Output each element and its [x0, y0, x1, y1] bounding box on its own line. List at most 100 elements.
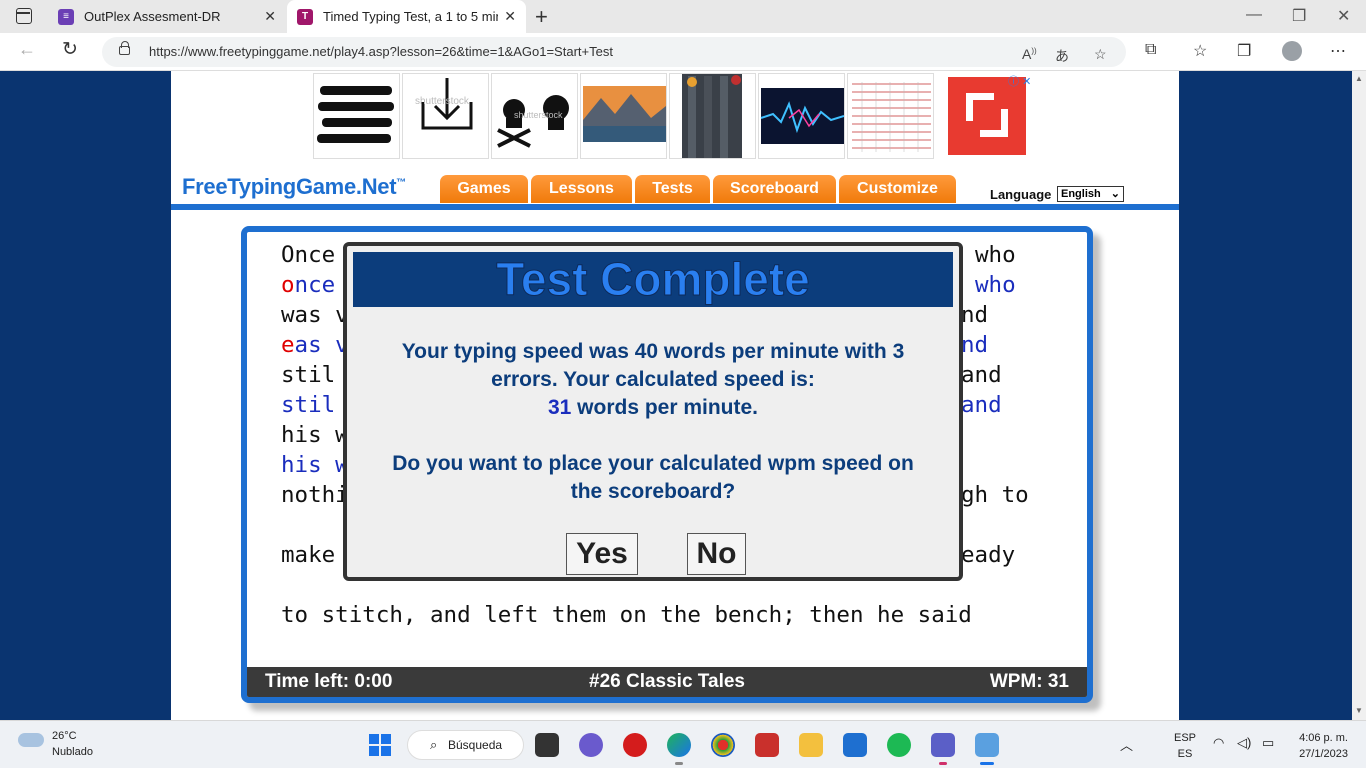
tab-typing-test[interactable]: T Timed Typing Test, a 1 to 5 minut ✕ [287, 0, 526, 33]
tab-outplex[interactable]: ≡ OutPlex Assesment-DR ✕ [48, 0, 286, 33]
address-bar[interactable]: https://www.freetypinggame.net/play4.asp… [102, 37, 1126, 67]
mail-icon[interactable] [843, 733, 867, 757]
teams-icon[interactable] [931, 733, 955, 757]
scroll-up-icon[interactable]: ▲ [1355, 74, 1363, 83]
search-label: Búsqueda [448, 738, 503, 752]
line-left: Once [281, 242, 336, 268]
temperature[interactable]: 26°C [52, 730, 77, 742]
battery-icon[interactable]: ▭ [1262, 735, 1274, 751]
windows-start-icon[interactable] [369, 734, 391, 756]
site-logo[interactable]: FreeTypingGame.Net™ [182, 174, 406, 200]
typed-line: once who [281, 272, 1016, 298]
line-left: nothi [281, 482, 349, 508]
wpm-readout: WPM: 31 [989, 671, 1069, 692]
game-app-icon[interactable] [711, 733, 735, 757]
line-right: nd [961, 302, 989, 328]
favorites-icon[interactable]: ☆ [1193, 41, 1207, 61]
text-line: was v nd [281, 302, 988, 328]
question-line-2: the scoreboard? [570, 480, 736, 503]
time-left: Time left: 0:00 [265, 671, 393, 692]
nav-lessons[interactable]: Lessons [531, 175, 632, 203]
back-icon[interactable]: ← [18, 39, 36, 60]
nav-tests[interactable]: Tests [635, 175, 710, 203]
ad-sound-wave[interactable] [758, 73, 845, 159]
status-bar: Time left: 0:00 #26 Classic Tales WPM: 3… [247, 667, 1087, 697]
language-label: Language [990, 187, 1052, 202]
meet-icon[interactable] [579, 733, 603, 757]
taskbar-search[interactable]: ⌕ Búsqueda [407, 730, 524, 760]
cloud-icon[interactable] [18, 733, 44, 747]
line-right: gh to [961, 482, 1029, 508]
minimize-icon[interactable]: — [1246, 6, 1262, 24]
chevron-down-icon: ⌄ [1110, 188, 1120, 200]
scroll-down-icon[interactable]: ▼ [1355, 706, 1363, 715]
line-right: nd [961, 332, 989, 358]
line-left: his w [281, 452, 349, 478]
file-explorer-icon[interactable] [799, 733, 823, 757]
new-tab-icon[interactable]: + [535, 4, 548, 30]
language-value: English [1061, 188, 1101, 200]
ad-info-icon[interactable]: ⓘ ✕ [1008, 73, 1031, 89]
input-language[interactable]: ESP ES [1174, 730, 1196, 762]
collections-icon[interactable]: ❐ [1237, 41, 1251, 61]
line-left: as v [294, 332, 349, 358]
active-app-indicator [980, 762, 994, 765]
lock-icon[interactable] [119, 41, 130, 55]
ad-close-icon[interactable]: ✕ [1022, 76, 1031, 88]
ad-download-icon[interactable]: shutterstock [402, 73, 489, 159]
dialog-title: Test Complete [496, 253, 811, 306]
yes-button[interactable]: Yes [566, 533, 638, 575]
extensions-icon[interactable]: ⧉ [1145, 41, 1156, 59]
window-close-icon[interactable]: ✕ [1337, 6, 1350, 26]
restore-icon[interactable]: ❐ [1292, 6, 1306, 26]
language-select[interactable]: English ⌄ [1057, 186, 1124, 202]
tab-title: OutPlex Assesment-DR [84, 9, 221, 24]
profile-avatar[interactable] [1282, 41, 1302, 61]
no-button[interactable]: No [687, 533, 746, 575]
translate-icon[interactable]: あ [1055, 46, 1069, 66]
read-aloud-icon[interactable]: A)) [1022, 46, 1037, 62]
app-icon[interactable] [755, 733, 779, 757]
task-view-icon[interactable] [535, 733, 559, 757]
favorite-star-icon[interactable]: ☆ [1094, 46, 1107, 63]
spotify-icon[interactable] [887, 733, 911, 757]
url-text[interactable]: https://www.freetypinggame.net/play4.asp… [149, 44, 613, 59]
ad-wood-food[interactable] [669, 73, 756, 159]
clock[interactable]: 4:06 p. m. 27/1/2023 [1290, 730, 1348, 762]
line-right: and [961, 392, 1002, 418]
result-line-1: Your typing speed was 40 words per minut… [401, 340, 905, 363]
reload-icon[interactable]: ↻ [62, 38, 78, 61]
ad-brush-strokes[interactable] [313, 73, 400, 159]
ad-lake-photo[interactable] [580, 73, 667, 159]
edge-icon[interactable] [667, 733, 691, 757]
more-menu-icon[interactable]: ⋯ [1330, 41, 1346, 61]
media-player-icon[interactable] [623, 733, 647, 757]
dialog-question: Do you want to place your calculated wpm… [347, 450, 959, 506]
close-tab-icon[interactable]: ✕ [504, 8, 516, 25]
address-toolbar: ← ↻ https://www.freetypinggame.net/play4… [0, 33, 1366, 71]
ad-watermark: shutterstock [514, 110, 563, 120]
logo-text[interactable]: FreeTypingGame.Net [182, 174, 397, 199]
typed-line: stil and [281, 392, 1002, 418]
close-tab-icon[interactable]: ✕ [264, 8, 276, 25]
line-right: who [975, 272, 1016, 298]
forms-favicon-icon: ≡ [58, 8, 74, 25]
line-right: and [961, 362, 1002, 388]
lesson-name: #26 Classic Tales [589, 671, 745, 692]
ad-skulls[interactable]: shutterstock [491, 73, 578, 159]
tab-strip: ≡ OutPlex Assesment-DR ✕ T Timed Typing … [0, 0, 1366, 33]
volume-icon[interactable]: ◁) [1237, 735, 1251, 751]
nav-scoreboard[interactable]: Scoreboard [713, 175, 836, 203]
snipping-tool-icon[interactable] [975, 733, 999, 757]
ad-info-glyph[interactable]: ⓘ [1008, 76, 1019, 88]
nav-games[interactable]: Games [440, 175, 528, 203]
ad-chart-grid[interactable] [847, 73, 934, 159]
chevron-up-icon[interactable]: ︿ [1120, 735, 1133, 754]
nav-customize[interactable]: Customize [839, 175, 956, 203]
logo-tm: ™ [396, 177, 406, 189]
tab-actions-icon[interactable] [16, 8, 32, 24]
scrollbar[interactable] [1352, 71, 1366, 720]
wifi-icon[interactable]: ◠ [1213, 735, 1224, 751]
weather-condition[interactable]: Nublado [52, 746, 93, 758]
error-char: o [281, 272, 295, 298]
